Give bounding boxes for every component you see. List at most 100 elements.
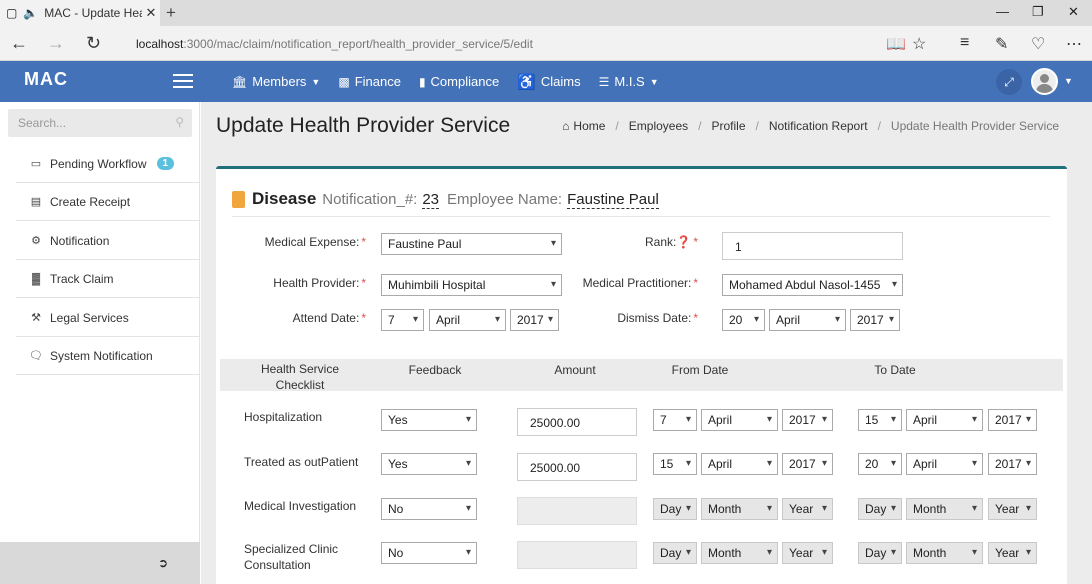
- home-icon: ⌂: [562, 119, 570, 133]
- amount-field[interactable]: 25000.00: [517, 408, 637, 436]
- medical-expense-select[interactable]: Faustine Paul: [381, 233, 562, 255]
- from-year-select[interactable]: 2017: [782, 453, 833, 475]
- menu-finance[interactable]: ▩ Finance: [338, 74, 401, 89]
- dismiss-month-select[interactable]: April: [769, 309, 846, 331]
- to-day-select[interactable]: Day: [858, 498, 902, 520]
- breadcrumb-profile[interactable]: Profile: [711, 119, 745, 133]
- favorite-star-icon[interactable]: ☆: [912, 34, 926, 54]
- from-day-select[interactable]: 15: [653, 453, 697, 475]
- new-tab-icon[interactable]: +: [166, 3, 176, 23]
- feedback-select[interactable]: No: [381, 498, 477, 520]
- receipt-icon: ▤: [30, 196, 42, 208]
- medical-expense-label: Medical Expense: *: [264, 235, 366, 249]
- back-icon[interactable]: ←: [10, 33, 28, 54]
- to-day-select[interactable]: Day: [858, 542, 902, 564]
- breadcrumb-home[interactable]: Home: [573, 119, 605, 133]
- from-month-select[interactable]: Month: [701, 498, 778, 520]
- attend-day-select[interactable]: 7: [381, 309, 424, 331]
- menu-members[interactable]: 🏛 Members ▼: [232, 74, 320, 89]
- restore-icon[interactable]: ❐: [1032, 4, 1044, 20]
- forward-icon[interactable]: →: [47, 33, 65, 54]
- minimize-icon[interactable]: —: [996, 4, 1009, 19]
- more-icon[interactable]: ⋯: [1066, 34, 1082, 54]
- amount-field[interactable]: [517, 497, 637, 525]
- dismiss-day-select[interactable]: 20: [722, 309, 765, 331]
- menu-claims[interactable]: ♿ Claims: [517, 73, 580, 91]
- breadcrumb-employees[interactable]: Employees: [629, 119, 688, 133]
- window-close-icon[interactable]: ✕: [1068, 4, 1079, 20]
- col-to-date: To Date: [874, 363, 916, 377]
- speaker-icon[interactable]: 🔈: [23, 6, 38, 20]
- to-month-select[interactable]: April: [906, 453, 983, 475]
- hamburger-menu-icon[interactable]: [173, 74, 193, 89]
- heading-disease: Disease: [252, 189, 317, 208]
- from-day-select[interactable]: 7: [653, 409, 697, 431]
- from-day-select[interactable]: Day: [653, 498, 697, 520]
- medical-practitioner-select[interactable]: Mohamed Abdul Nasol-1455: [722, 274, 903, 296]
- from-day-select[interactable]: Day: [653, 542, 697, 564]
- search-icon[interactable]: ⚲: [175, 115, 184, 129]
- logo[interactable]: MAC: [0, 61, 200, 102]
- sidebar-item-label: Legal Services: [50, 310, 129, 325]
- to-month-select[interactable]: Month: [906, 498, 983, 520]
- attend-month-select[interactable]: April: [429, 309, 506, 331]
- from-year-select[interactable]: 2017: [782, 409, 833, 431]
- sidebar-item-system-notification[interactable]: 🗨 System Notification: [16, 337, 200, 375]
- attend-year-select[interactable]: 2017: [510, 309, 559, 331]
- health-provider-select[interactable]: Muhimbili Hospital: [381, 274, 562, 296]
- browser-tab-bar: ▢ 🔈 MAC - Update Heal ✕ + — ❐ ✕: [0, 0, 1092, 26]
- wheelchair-icon: ♿: [517, 73, 536, 91]
- amount-field[interactable]: [517, 541, 637, 569]
- feedback-select[interactable]: No: [381, 542, 477, 564]
- sidebar-item-track-claim[interactable]: ▓ Track Claim: [16, 260, 200, 298]
- feedback-select[interactable]: Yes: [381, 453, 477, 475]
- col-from-date: From Date: [671, 363, 729, 377]
- menu-mis[interactable]: ☰ M.I.S ▼: [599, 74, 659, 89]
- rank-field[interactable]: 1: [722, 232, 903, 260]
- search-input[interactable]: Search... ⚲: [8, 109, 192, 137]
- refresh-icon[interactable]: ↻: [86, 33, 101, 54]
- to-month-select[interactable]: Month: [906, 542, 983, 564]
- sidebar-item-legal-services[interactable]: ⚒ Legal Services: [16, 299, 200, 337]
- sidebar-item-create-receipt[interactable]: ▤ Create Receipt: [16, 183, 200, 221]
- to-year-select[interactable]: 2017: [988, 409, 1037, 431]
- chevron-down-icon[interactable]: ▼: [1064, 76, 1073, 86]
- sidebar-item-notification[interactable]: ⚙ Notification: [16, 222, 200, 260]
- fullscreen-icon[interactable]: ⤢: [996, 69, 1022, 95]
- web-note-icon[interactable]: ✎: [995, 34, 1008, 54]
- menu-compliance-label: Compliance: [430, 74, 500, 89]
- to-day-select[interactable]: 15: [858, 409, 902, 431]
- hub-icon[interactable]: ≡: [960, 34, 969, 52]
- breadcrumb-notification-report[interactable]: Notification Report: [769, 119, 868, 133]
- employee-name-label: Employee Name:: [447, 191, 563, 208]
- from-year-select[interactable]: Year: [782, 498, 833, 520]
- dismiss-year-select[interactable]: 2017: [850, 309, 900, 331]
- service-name: Specialized Clinic Consultation: [244, 542, 339, 572]
- page-title: Update Health Provider Service: [216, 114, 511, 137]
- to-day-select[interactable]: 20: [858, 453, 902, 475]
- main-menu: 🏛 Members ▼ ▩ Finance ▮ Compliance ♿ Cla…: [232, 61, 677, 102]
- from-month-select[interactable]: April: [701, 409, 778, 431]
- close-tab-icon[interactable]: ✕: [142, 5, 160, 21]
- to-year-select[interactable]: Year: [988, 542, 1037, 564]
- logout-icon[interactable]: ➲: [158, 556, 168, 570]
- to-year-select[interactable]: 2017: [988, 453, 1037, 475]
- feedback-select[interactable]: Yes: [381, 409, 477, 431]
- menu-compliance[interactable]: ▮ Compliance: [419, 74, 499, 89]
- url-field[interactable]: localhost:3000/mac/claim/notification_re…: [136, 37, 533, 51]
- reading-view-icon[interactable]: 📖: [886, 34, 906, 54]
- browser-tab[interactable]: ▢ 🔈 MAC - Update Heal ✕: [0, 0, 160, 26]
- sidebar-item-pending-workflow[interactable]: ▭ Pending Workflow 1: [16, 145, 200, 183]
- from-month-select[interactable]: Month: [701, 542, 778, 564]
- to-year-select[interactable]: Year: [988, 498, 1037, 520]
- book-icon: ▮: [418, 74, 426, 89]
- menu-finance-label: Finance: [354, 74, 401, 89]
- from-month-select[interactable]: April: [701, 453, 778, 475]
- avatar[interactable]: [1031, 68, 1058, 95]
- amount-field[interactable]: 25000.00: [517, 453, 637, 481]
- comment-icon: 🗨: [29, 350, 43, 362]
- share-icon[interactable]: ♡: [1031, 34, 1045, 54]
- sidebar-item-label: System Notification: [50, 348, 153, 363]
- from-year-select[interactable]: Year: [782, 542, 833, 564]
- to-month-select[interactable]: April: [906, 409, 983, 431]
